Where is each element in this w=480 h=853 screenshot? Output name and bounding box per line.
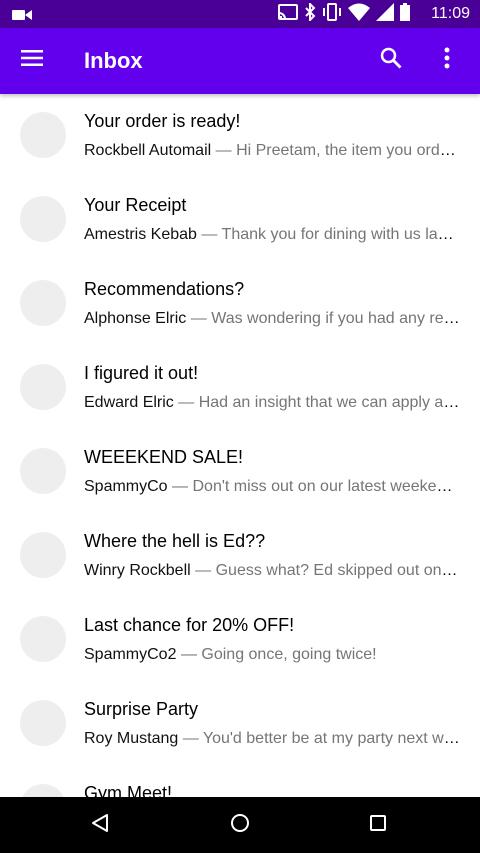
email-subject: Your order is ready!: [84, 111, 241, 131]
email-separator: —: [195, 562, 212, 579]
avatar: [20, 700, 66, 746]
email-preview: Roy Mustang — You'd better be at my part…: [84, 730, 460, 748]
email-preview: Winry Rockbell — Guess what? Ed skipped …: [84, 562, 460, 580]
email-sender: Roy Mustang: [84, 730, 179, 747]
back-button[interactable]: [70, 797, 130, 853]
email-separator: —: [172, 478, 189, 495]
back-icon: [91, 813, 109, 838]
search-button[interactable]: [368, 37, 414, 83]
more-options-button[interactable]: [424, 37, 470, 83]
video-icon: [12, 8, 32, 26]
email-subject: Last chance for 20% OFF!: [84, 615, 295, 635]
email-separator: —: [215, 142, 232, 159]
more-vert-icon: [444, 47, 450, 74]
email-list-item[interactable]: Where the hell is Ed?? Winry Rockbell — …: [0, 514, 480, 598]
email-list[interactable]: Your order is ready! Rockbell Automail —…: [0, 94, 480, 797]
signal-icon: [376, 2, 394, 26]
email-snippet: Don't miss out on our latest weekend dea…: [192, 478, 460, 495]
menu-button[interactable]: [10, 37, 56, 83]
email-snippet: Going once, going twice!: [201, 646, 377, 663]
email-subject: I figured it out!: [84, 363, 199, 383]
email-subject: Where the hell is Ed??: [84, 531, 266, 551]
home-button[interactable]: [210, 797, 270, 853]
email-sender: SpammyCo: [84, 478, 168, 495]
email-separator: —: [190, 310, 207, 327]
email-subject: Recommendations?: [84, 279, 245, 299]
email-preview: Edward Elric — Had an insight that we ca…: [84, 394, 460, 412]
home-icon: [230, 813, 250, 838]
app-bar: Inbox: [0, 28, 480, 94]
email-separator: —: [182, 730, 199, 747]
navigation-bar: [0, 797, 480, 853]
status-time: 11:09: [431, 5, 470, 22]
avatar: [20, 532, 66, 578]
battery-icon: [400, 2, 410, 26]
email-preview: Alphonse Elric — Was wondering if you ha…: [84, 310, 460, 328]
wifi-icon: [348, 3, 370, 26]
vibrate-icon: [322, 2, 342, 26]
email-sender: Edward Elric: [84, 394, 174, 411]
email-subject: Gym Meet!: [84, 783, 173, 797]
email-preview: Amestris Kebab — Thank you for dining wi…: [84, 226, 460, 244]
cast-icon: [278, 3, 298, 25]
email-separator: —: [178, 394, 195, 411]
email-subject: Surprise Party: [84, 699, 199, 719]
email-list-item[interactable]: WEEEKEND SALE! SpammyCo — Don't miss out…: [0, 430, 480, 514]
status-icons: [278, 1, 410, 26]
email-list-item[interactable]: I figured it out! Edward Elric — Had an …: [0, 346, 480, 430]
page-title: Inbox: [84, 48, 143, 73]
recents-icon: [369, 814, 387, 837]
avatar: [20, 280, 66, 326]
email-preview: SpammyCo2 — Going once, going twice!: [84, 646, 460, 664]
avatar: [20, 448, 66, 494]
email-snippet: Guess what? Ed skipped out on another: [215, 562, 460, 579]
email-sender: Winry Rockbell: [84, 562, 191, 579]
avatar: [20, 784, 66, 797]
email-list-item[interactable]: Recommendations? Alphonse Elric — Was wo…: [0, 262, 480, 346]
search-icon: [380, 47, 402, 74]
email-sender: Alphonse Elric: [84, 310, 187, 327]
email-list-item[interactable]: Last chance for 20% OFF! SpammyCo2 — Goi…: [0, 598, 480, 682]
email-snippet: You'd better be at my party next week: [202, 730, 460, 747]
email-subject: Your Receipt: [84, 195, 187, 215]
email-separator: —: [201, 226, 218, 243]
recents-button[interactable]: [348, 797, 408, 853]
email-snippet: Was wondering if you had any recommendat…: [211, 310, 460, 327]
email-sender: Rockbell Automail: [84, 142, 212, 159]
email-sender: SpammyCo2: [84, 646, 177, 663]
email-list-item[interactable]: Your order is ready! Rockbell Automail —…: [0, 94, 480, 178]
email-snippet: Thank you for dining with us last night: [221, 226, 460, 243]
avatar: [20, 112, 66, 158]
avatar: [20, 616, 66, 662]
email-snippet: Had an insight that we can apply already: [198, 394, 460, 411]
email-list-item[interactable]: Gym Meet!: [0, 766, 480, 797]
avatar: [20, 196, 66, 242]
email-subject: WEEEKEND SALE!: [84, 447, 244, 467]
email-preview: Rockbell Automail — Hi Preetam, the item…: [84, 142, 460, 160]
email-snippet: Hi Preetam, the item you ordered is read…: [236, 142, 460, 159]
bluetooth-icon: [304, 1, 316, 26]
email-list-item[interactable]: Your Receipt Amestris Kebab — Thank you …: [0, 178, 480, 262]
email-preview: SpammyCo — Don't miss out on our latest …: [84, 478, 460, 496]
menu-icon: [21, 49, 45, 72]
email-sender: Amestris Kebab: [84, 226, 197, 243]
email-separator: —: [180, 646, 197, 663]
status-bar: 11:09: [0, 0, 480, 28]
email-list-item[interactable]: Surprise Party Roy Mustang — You'd bette…: [0, 682, 480, 766]
avatar: [20, 364, 66, 410]
